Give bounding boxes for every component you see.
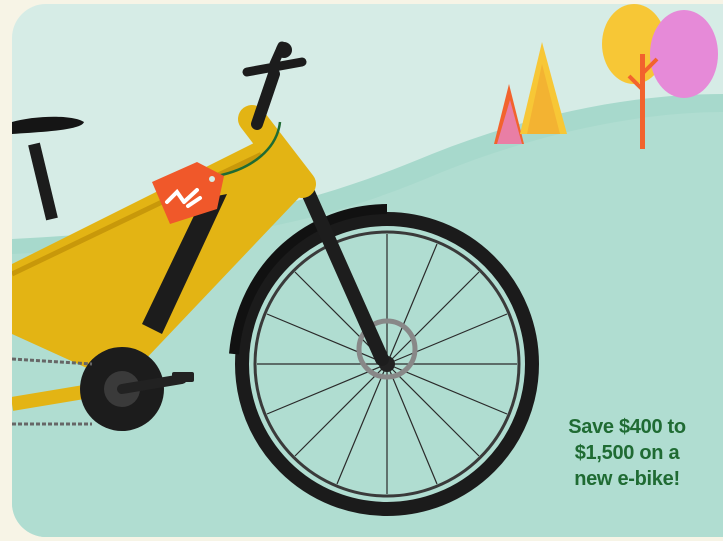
- pedal: [172, 372, 194, 382]
- handlebar: [242, 41, 307, 77]
- stem: [251, 68, 280, 130]
- promo-line-1: Save $400 to: [568, 416, 686, 438]
- promo-line-2: $1,500 on a: [574, 442, 680, 464]
- seat-post: [28, 142, 58, 221]
- tree-trunk: [640, 54, 645, 149]
- round-tree-pink: [650, 10, 718, 98]
- saddle: [12, 116, 84, 134]
- promo-card[interactable]: Save $400 to $1,500 on a new e-bike!: [12, 4, 723, 537]
- front-wheel: [235, 212, 539, 516]
- promo-line-3: new e-bike!: [574, 468, 680, 490]
- promo-message[interactable]: Save $400 to $1,500 on a new e-bike!: [532, 414, 722, 492]
- bar-end: [276, 42, 292, 58]
